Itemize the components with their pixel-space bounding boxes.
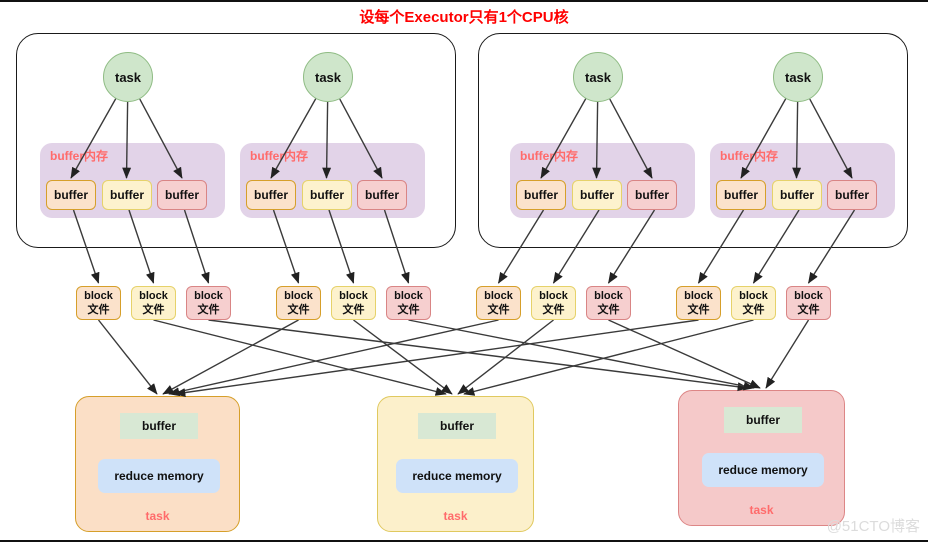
map-task-circle-1[interactable]: task <box>103 52 153 102</box>
block-file-line2: 文件 <box>397 304 420 316</box>
reduce-task-buffer: buffer <box>418 413 496 439</box>
buffer-box[interactable]: buffer <box>772 180 822 210</box>
block-file-line2: 文件 <box>797 304 820 316</box>
block-file-line2: 文件 <box>687 304 710 316</box>
block-file-box[interactable]: block 文件 <box>186 286 231 320</box>
buffer-box[interactable]: buffer <box>302 180 352 210</box>
buffer-box[interactable]: buffer <box>627 180 677 210</box>
block-file-line1: block <box>394 290 423 302</box>
block-file-line1: block <box>284 290 313 302</box>
block-file-box[interactable]: block 文件 <box>386 286 431 320</box>
buffer-box[interactable]: buffer <box>716 180 766 210</box>
reduce-memory-box: reduce memory <box>702 453 824 487</box>
block-file-box[interactable]: block 文件 <box>331 286 376 320</box>
block-file-line1: block <box>339 290 368 302</box>
reduce-task-box-3[interactable]: buffer reduce memory task <box>678 390 845 526</box>
top-frame-line <box>0 0 928 2</box>
reduce-task-label: task <box>145 509 170 523</box>
block-file-box[interactable]: block 文件 <box>276 286 321 320</box>
page-title: 设每个Executor只有1个CPU核 <box>359 9 569 26</box>
block-file-line1: block <box>739 290 768 302</box>
block-file-line1: block <box>84 290 113 302</box>
block-file-line2: 文件 <box>742 304 765 316</box>
reduce-task-buffer: buffer <box>120 413 198 439</box>
map-task-circle-4[interactable]: task <box>773 52 823 102</box>
block-file-line1: block <box>594 290 623 302</box>
block-file-line1: block <box>794 290 823 302</box>
block-file-line2: 文件 <box>142 304 165 316</box>
buffer-box[interactable]: buffer <box>357 180 407 210</box>
block-file-box[interactable]: block 文件 <box>786 286 831 320</box>
buffer-box[interactable]: buffer <box>102 180 152 210</box>
block-file-line2: 文件 <box>542 304 565 316</box>
diagram-canvas: 设每个Executor只有1个CPU核 buffer内存 buffer内存 bu… <box>0 0 928 542</box>
block-file-box[interactable]: block 文件 <box>676 286 721 320</box>
buffer-memory-label: buffer内存 <box>50 149 108 163</box>
block-file-line2: 文件 <box>342 304 365 316</box>
block-file-box[interactable]: block 文件 <box>131 286 176 320</box>
reduce-memory-box: reduce memory <box>98 459 220 493</box>
reduce-memory-box: reduce memory <box>396 459 518 493</box>
block-file-line1: block <box>684 290 713 302</box>
block-file-line2: 文件 <box>487 304 510 316</box>
buffer-box[interactable]: buffer <box>157 180 207 210</box>
reduce-task-buffer: buffer <box>724 407 802 433</box>
map-task-circle-2[interactable]: task <box>303 52 353 102</box>
block-file-line2: 文件 <box>597 304 620 316</box>
buffer-box[interactable]: buffer <box>246 180 296 210</box>
block-file-line1: block <box>139 290 168 302</box>
buffer-memory-label: buffer内存 <box>720 149 778 163</box>
reduce-task-box-1[interactable]: buffer reduce memory task <box>75 396 240 532</box>
reduce-task-label: task <box>749 503 774 517</box>
block-file-box[interactable]: block 文件 <box>76 286 121 320</box>
block-file-box[interactable]: block 文件 <box>731 286 776 320</box>
block-file-line2: 文件 <box>87 304 110 316</box>
reduce-task-label: task <box>443 509 468 523</box>
buffer-box[interactable]: buffer <box>516 180 566 210</box>
block-file-line1: block <box>484 290 513 302</box>
block-file-box[interactable]: block 文件 <box>586 286 631 320</box>
block-file-line1: block <box>539 290 568 302</box>
reduce-task-box-2[interactable]: buffer reduce memory task <box>377 396 534 532</box>
block-file-line1: block <box>194 290 223 302</box>
block-file-box[interactable]: block 文件 <box>476 286 521 320</box>
map-task-circle-3[interactable]: task <box>573 52 623 102</box>
buffer-box[interactable]: buffer <box>46 180 96 210</box>
buffer-memory-label: buffer内存 <box>520 149 578 163</box>
buffer-box[interactable]: buffer <box>827 180 877 210</box>
buffer-memory-label: buffer内存 <box>250 149 308 163</box>
block-file-box[interactable]: block 文件 <box>531 286 576 320</box>
buffer-box[interactable]: buffer <box>572 180 622 210</box>
block-file-line2: 文件 <box>197 304 220 316</box>
watermark: @51CTO博客 <box>826 518 920 535</box>
block-file-line2: 文件 <box>287 304 310 316</box>
